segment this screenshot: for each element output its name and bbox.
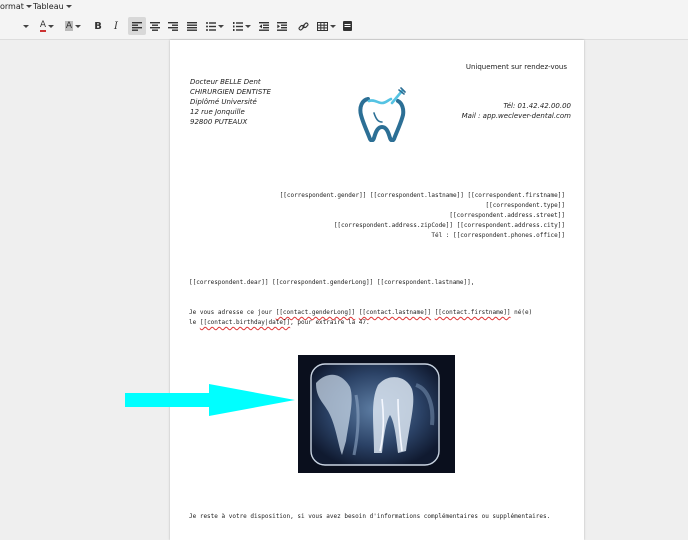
chevron-down-icon [25,5,32,8]
insert-table-button[interactable] [315,17,337,35]
menu-bar: ormat Tableau [0,0,688,14]
doctor-specialty: CHIRURGIEN DENTISTE [190,88,271,96]
template-token: [[contact.firstname]] [434,309,511,316]
body-text: le [189,319,200,326]
outdent-button[interactable] [255,17,273,35]
highlight-icon: A [64,21,74,31]
phone-text: Tél: 01.42.42.00.00 [503,102,571,110]
body-line-2: le [[contact.birthday|date]], pour extra… [189,318,532,328]
chevron-down-icon [75,24,82,28]
indent-icon [277,21,287,31]
xray-image[interactable] [298,355,455,473]
doctor-city: 92800 PUTEAUX [190,118,248,126]
indent-button[interactable] [273,17,291,35]
align-justify-button[interactable] [183,17,201,35]
appointment-note: Uniquement sur rendez-vous [465,63,567,71]
menu-table-label: Tableau [33,2,64,11]
font-size-dropdown[interactable] [20,17,30,35]
italic-button[interactable]: I [107,17,125,35]
align-justify-icon [187,21,197,31]
outdent-icon [259,21,269,31]
doctor-diploma: Diplômé Université [190,98,257,106]
editor-toolbar: A A B I [0,14,688,40]
chevron-down-icon [218,24,224,28]
closing-line: Je reste à votre disposition, si vous av… [189,513,551,520]
body-text: , pour extraire la 47. [290,319,370,326]
numbered-list-icon [233,21,243,31]
insert-link-button[interactable] [294,17,312,35]
recipient-line: [[correspondent.type]] [485,202,565,209]
body-text: né(e) [510,309,533,316]
align-right-icon [168,21,178,31]
doctor-street: 12 rue Jonquille [190,108,245,116]
tooth-logo-icon [358,87,406,142]
recipient-line: [[correspondent.address.zipCode]] [[corr… [333,222,565,229]
mail-text: Mail : app.weclever-dental.com [461,112,571,120]
bold-button[interactable]: B [89,17,107,35]
template-token: [[contact.lastname]] [358,309,432,316]
source-code-button[interactable] [338,17,356,35]
recipient-line: [[correspondent.address.street]] [449,212,565,219]
template-token: [[contact.genderLong]] [275,309,356,316]
chevron-down-icon [329,24,336,28]
align-right-button[interactable] [164,17,182,35]
menu-table[interactable]: Tableau [33,2,72,11]
bullet-list-icon [206,21,216,31]
chevron-down-icon [23,24,29,28]
text-color-button[interactable]: A [37,17,57,35]
chevron-down-icon [245,24,251,28]
chevron-down-icon [65,5,72,8]
document-page[interactable]: Uniquement sur rendez-vous Docteur BELLE… [170,40,584,540]
contact-info: Tél: 01.42.42.00.00 Mail : app.weclever-… [462,101,571,121]
align-center-icon [150,21,160,31]
numbered-list-button[interactable] [232,17,252,35]
link-icon [298,22,308,30]
recipient-block: [[correspondent.gender]] [[correspondent… [280,191,565,241]
menu-format[interactable]: ormat [0,2,32,11]
table-icon [316,21,328,31]
recipient-line: [[correspondent.gender]] [[correspondent… [279,192,565,199]
body-paragraph: Je vous adresse ce jour [[contact.gender… [189,308,532,328]
greeting-line: [[correspondent.dear]] [[correspondent.g… [189,279,475,286]
template-token: [[contact.birthday|date]] [199,319,291,326]
align-left-button[interactable] [128,17,146,35]
body-line-1: Je vous adresse ce jour [[contact.gender… [189,308,532,318]
align-left-icon [132,21,142,31]
doctor-name: Docteur BELLE Dent [190,78,261,86]
highlight-color-button[interactable]: A [63,17,83,35]
chevron-down-icon [48,24,55,28]
align-center-button[interactable] [146,17,164,35]
recipient-line: Tél : [[correspondent.phones.office]] [431,232,565,239]
body-text: Je vous adresse ce jour [189,309,276,316]
doctor-info: Docteur BELLE Dent CHIRURGIEN DENTISTE D… [190,77,271,127]
arrow-right-icon [125,384,295,416]
bullet-list-button[interactable] [205,17,225,35]
menu-format-label: ormat [0,2,24,11]
document-icon [342,21,352,31]
text-color-icon: A [39,20,47,32]
